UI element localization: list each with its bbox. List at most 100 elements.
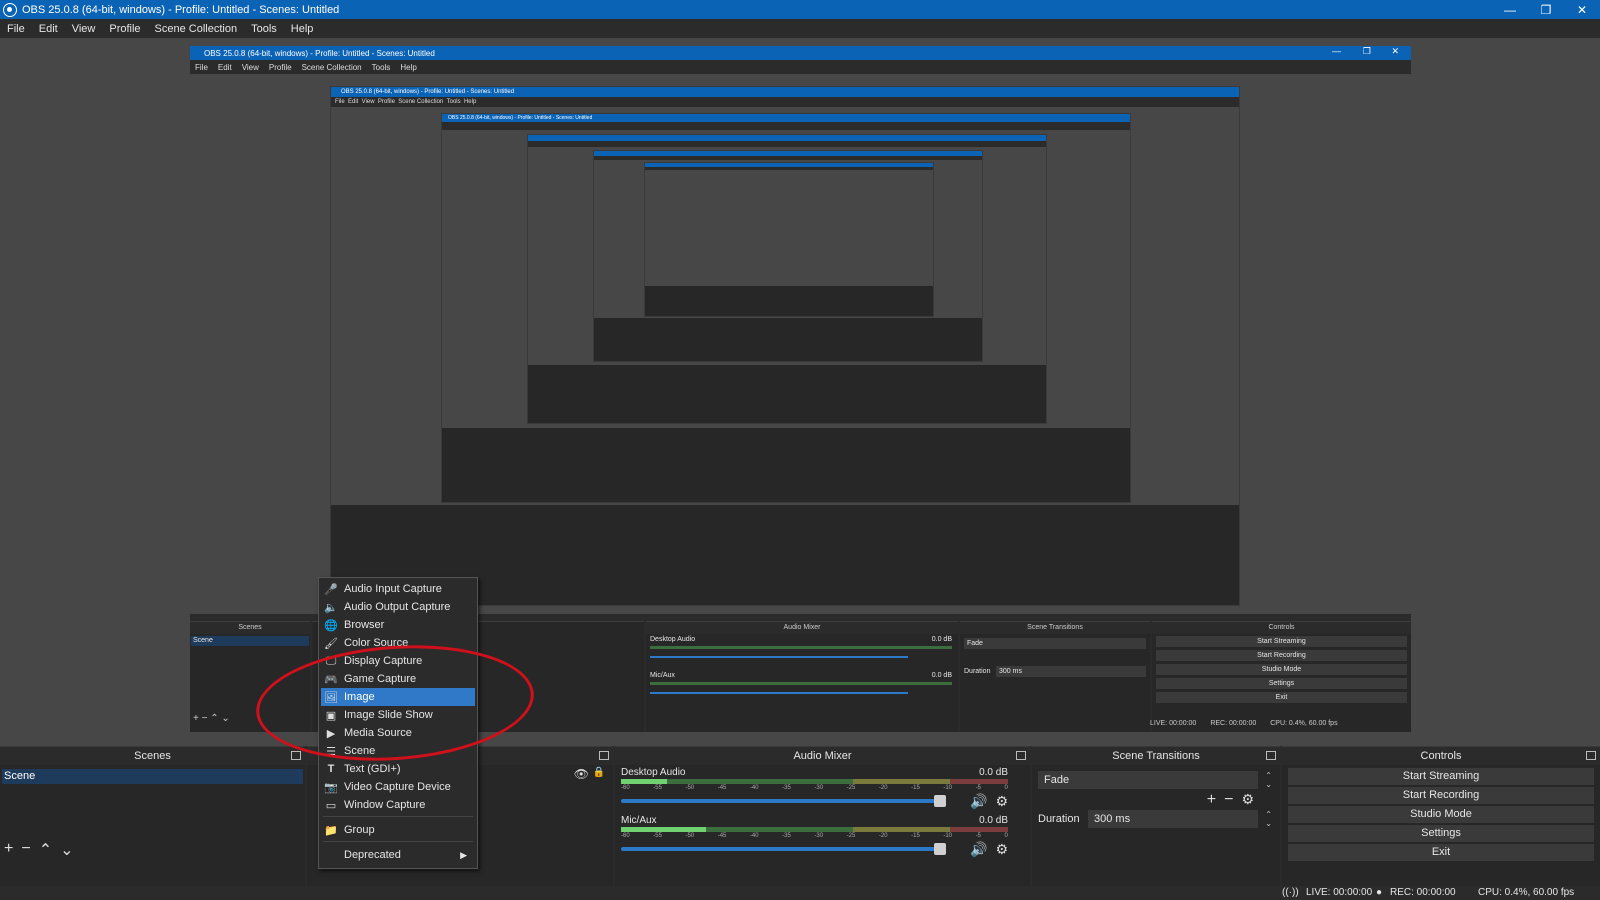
title-bar: OBS 25.0.8 (64-bit, windows) - Profile: … — [0, 0, 1600, 19]
remove-transition-icon[interactable]: − — [1224, 791, 1233, 809]
gear-icon[interactable]: ⚙ — [995, 793, 1008, 810]
nested-transitions-header: Scene Transitions — [960, 622, 1150, 634]
nested-controls-dock: Controls Start Streaming Start Recording… — [1152, 621, 1411, 732]
nested-desktop-audio-label: Desktop Audio — [650, 636, 696, 643]
menu-item-game-capture[interactable]: 🎮 Game Capture — [321, 670, 475, 688]
speaker-icon[interactable]: 🔊 — [970, 841, 987, 858]
duration-stepper-icon[interactable]: ⌃ ⌄ — [1265, 810, 1272, 828]
transition-select[interactable]: Fade — [1038, 771, 1258, 789]
move-up-icon[interactable]: ⌃ — [39, 840, 52, 860]
volume-slider-handle[interactable] — [934, 843, 946, 855]
duration-label: Duration — [1038, 813, 1080, 825]
nested-menu-view: View — [241, 62, 259, 72]
nested-level-6-title — [645, 163, 933, 167]
menu-item-deprecated[interactable]: Deprecated ▶ — [321, 846, 475, 864]
lock-icon[interactable]: 🔒 — [593, 767, 605, 778]
menu-profile[interactable]: Profile — [102, 23, 147, 35]
nested-menu-profile: Profile — [268, 62, 292, 72]
exit-button[interactable]: Exit — [1288, 844, 1594, 861]
maximize-button[interactable]: ❐ — [1528, 0, 1564, 19]
menu-item-audio-input-capture[interactable]: 🎤 Audio Input Capture — [321, 580, 475, 598]
nested-maximize-icon: ❐ — [1362, 46, 1371, 56]
menu-item-media-source[interactable]: ▶ Media Source — [321, 724, 475, 742]
channel-db: 0.0 dB — [979, 767, 1008, 778]
add-scene-icon[interactable]: + — [4, 840, 13, 860]
menu-tools[interactable]: Tools — [244, 23, 284, 35]
scenes-dock: Scenes Scene + − ⌃ ⌄ — [0, 746, 305, 886]
speaker-icon: 🔈 — [324, 601, 338, 614]
menu-file[interactable]: File — [0, 23, 32, 35]
channel-name: Desktop Audio — [621, 767, 686, 778]
nested-exit: Exit — [1156, 692, 1407, 703]
preview-canvas[interactable]: OBS 25.0.8 (64-bit, windows) - Profile: … — [0, 38, 1600, 746]
menu-view[interactable]: View — [65, 23, 103, 35]
float-dock-icon[interactable] — [1016, 751, 1026, 760]
close-button[interactable]: ✕ — [1564, 0, 1600, 19]
duration-input[interactable]: 300 ms — [1088, 810, 1258, 828]
menu-edit[interactable]: Edit — [32, 23, 65, 35]
nested-level-3-title: OBS 25.0.8 (64-bit, windows) - Profile: … — [442, 114, 1130, 122]
nested-desktop-audio-slider — [650, 656, 908, 658]
nested-preview: OBS 25.0.8 (64-bit, windows) - Profile: … — [190, 74, 1411, 614]
studio-mode-button[interactable]: Studio Mode — [1288, 806, 1594, 823]
menu-separator — [323, 841, 473, 842]
gamepad-icon: 🎮 — [324, 673, 338, 686]
scene-toolbar: + − ⌃ ⌄ — [4, 840, 74, 860]
camera-icon: 📷 — [324, 781, 338, 794]
nested-level-5-docks — [594, 318, 982, 361]
meter-ticks: -60 -55 -50 -45 -40 -35 -30 -25 -20 -15 -10 -5 0 — [621, 833, 1008, 839]
menu-item-audio-output-capture[interactable]: 🔈 Audio Output Capture — [321, 598, 475, 616]
speaker-icon[interactable]: 🔊 — [970, 793, 987, 810]
volume-slider[interactable] — [621, 843, 946, 855]
scenes-header: Scenes — [0, 747, 305, 765]
minimize-button[interactable]: — — [1492, 0, 1528, 19]
add-transition-icon[interactable]: + — [1207, 791, 1216, 809]
audio-mixer-dock: Audio Mixer Desktop Audio 0.0 dB -60 -55-… — [615, 746, 1030, 886]
nested-cpu-status: CPU: 0.4%, 60.00 fps — [1270, 720, 1338, 727]
window-icon: ▭ — [325, 799, 337, 812]
meter-level — [621, 779, 668, 784]
menu-item-color-source[interactable]: 🖌 Color Source — [321, 634, 475, 652]
menu-item-browser[interactable]: 🌐 Browser — [321, 616, 475, 634]
start-recording-button[interactable]: Start Recording — [1288, 787, 1594, 804]
float-dock-icon[interactable] — [1266, 751, 1276, 760]
float-dock-icon[interactable] — [1586, 751, 1596, 760]
settings-button[interactable]: Settings — [1288, 825, 1594, 842]
gear-icon[interactable]: ⚙ — [1241, 791, 1254, 809]
visibility-eye-icon[interactable]: 👁 — [574, 767, 589, 781]
nested-level-3-docks — [442, 428, 1130, 502]
volume-slider[interactable] — [621, 795, 946, 807]
select-arrows-icon[interactable]: ⌃ ⌄ — [1265, 771, 1272, 789]
menu-item-text-gdi[interactable]: T Text (GDI+) — [321, 760, 475, 778]
menu-item-display-capture[interactable]: 🖵 Display Capture — [321, 652, 475, 670]
nested-window-title: OBS 25.0.8 (64-bit, windows) - Profile: … — [204, 48, 435, 58]
menu-item-window-capture[interactable]: ▭ Window Capture — [321, 796, 475, 814]
start-streaming-button[interactable]: Start Streaming — [1288, 768, 1594, 785]
nested-obs-level-4 — [527, 134, 1047, 424]
nested-level-6-preview — [645, 170, 933, 288]
nested-obs-level-3: OBS 25.0.8 (64-bit, windows) - Profile: … — [441, 113, 1131, 503]
scene-list-item[interactable]: Scene — [2, 769, 303, 784]
nested-desktop-audio-meter — [650, 646, 952, 649]
gear-icon[interactable]: ⚙ — [995, 841, 1008, 858]
nested-level-2-menu: File Edit View Profile Scene Collection … — [335, 99, 477, 105]
nested-obs-level-6 — [644, 162, 934, 317]
channel-db: 0.0 dB — [979, 815, 1008, 826]
nested-transition-select: Fade — [964, 638, 1146, 649]
menu-scene-collection[interactable]: Scene Collection — [148, 23, 245, 35]
channel-name: Mic/Aux — [621, 815, 657, 826]
menu-item-scene[interactable]: ☰ Scene — [321, 742, 475, 760]
float-dock-icon[interactable] — [291, 751, 301, 760]
obs-logo-icon — [3, 2, 17, 17]
remove-scene-icon[interactable]: − — [21, 840, 30, 860]
menu-item-image[interactable]: 🖼 Image — [321, 688, 475, 706]
nested-mixer-header: Audio Mixer — [646, 622, 958, 634]
menu-separator — [323, 816, 473, 817]
menu-help[interactable]: Help — [284, 23, 321, 35]
menu-item-image-slide-show[interactable]: ▣ Image Slide Show — [321, 706, 475, 724]
menu-item-group[interactable]: 📁 Group — [321, 821, 475, 839]
move-down-icon[interactable]: ⌄ — [60, 840, 73, 860]
volume-slider-handle[interactable] — [934, 795, 946, 807]
menu-item-video-capture-device[interactable]: 📷 Video Capture Device — [321, 778, 475, 796]
float-dock-icon[interactable] — [599, 751, 609, 760]
